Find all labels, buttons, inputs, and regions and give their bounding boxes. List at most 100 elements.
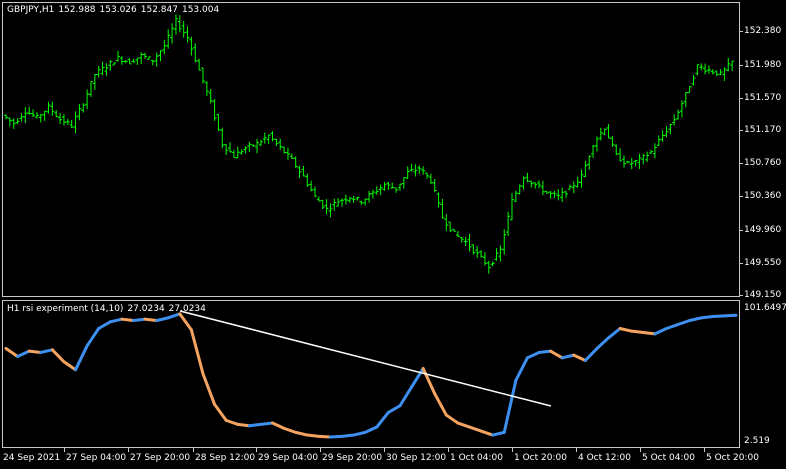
- rsi-segment: [653, 327, 668, 336]
- rsi-segment: [699, 315, 715, 320]
- rsi-segment: [317, 434, 332, 439]
- rsi-segment: [224, 418, 240, 426]
- rsi-segment: [502, 378, 518, 434]
- rsi-segment: [456, 421, 471, 429]
- rsi-segment: [711, 314, 726, 319]
- candlestick-series: [4, 14, 735, 274]
- rsi-segment: [328, 434, 344, 439]
- time-tick-mark: [64, 448, 65, 452]
- time-tick-label: 1 Oct 04:00: [450, 453, 503, 463]
- price-tick-mark: [740, 65, 743, 66]
- time-tick-label: 28 Sep 12:00: [195, 453, 256, 463]
- rsi-segment: [85, 327, 101, 348]
- time-tick-label: 5 Oct 04:00: [642, 453, 695, 463]
- time-tick-mark: [384, 448, 385, 452]
- rsi-segment: [641, 331, 657, 336]
- rsi-segment: [108, 317, 124, 324]
- rsi-segment: [4, 346, 20, 358]
- rsi-segment: [16, 349, 31, 358]
- price-tick-mark: [740, 98, 743, 99]
- rsi-segment: [236, 422, 251, 428]
- rsi-segment: [131, 317, 147, 323]
- rsi-segment: [120, 317, 135, 323]
- rsi-segment: [537, 349, 553, 354]
- price-tick-label: 150.760: [744, 158, 782, 168]
- rsi-segment: [143, 317, 159, 323]
- price-tick-mark: [740, 263, 743, 264]
- rsi-segment: [676, 319, 692, 327]
- rsi-segment: [271, 421, 286, 430]
- rsi-segment: [560, 353, 576, 360]
- rsi-segment: [433, 392, 448, 417]
- indicator-value-1: 27.0234: [127, 304, 165, 314]
- rsi-segment: [213, 402, 228, 422]
- time-tick-mark: [576, 448, 577, 452]
- time-tick-label: 27 Sep 04:00: [66, 453, 127, 463]
- time-tick-label: 5 Oct 20:00: [706, 453, 759, 463]
- rsi-trendline: [179, 310, 552, 407]
- time-tick-mark: [193, 448, 194, 452]
- rsi-segment: [467, 425, 483, 433]
- indicator-scale-min: 2.519: [744, 436, 770, 446]
- rsi-segment: [305, 433, 321, 438]
- indicator-label: H1 rsi experiment (14,10): [7, 304, 124, 314]
- rsi-segment: [375, 410, 390, 429]
- price-tick-label: 149.150: [744, 290, 782, 300]
- rsi-segment: [39, 348, 54, 354]
- time-tick-mark: [640, 448, 641, 452]
- time-tick-mark: [128, 448, 129, 452]
- close-value: 153.004: [181, 5, 220, 15]
- price-tick-mark: [740, 31, 743, 32]
- rsi-segment: [421, 366, 437, 396]
- rsi-segment: [259, 421, 275, 426]
- time-tick-mark: [320, 448, 321, 452]
- price-tick-mark: [740, 230, 743, 231]
- rsi-segment: [722, 313, 738, 318]
- rsi-segment: [62, 360, 78, 372]
- time-tick-mark: [448, 448, 449, 452]
- price-tick-mark: [740, 295, 743, 296]
- time-tick-label: 30 Sep 12:00: [386, 453, 447, 463]
- rsi-segment: [201, 372, 217, 406]
- rsi-segment: [398, 385, 414, 408]
- time-tick-mark: [256, 448, 257, 452]
- rsi-segment: [363, 425, 379, 434]
- price-tick-label: 151.570: [744, 93, 782, 103]
- rsi-segment: [583, 346, 599, 362]
- price-tick-mark: [740, 163, 743, 164]
- time-tick-label: 1 Oct 20:00: [514, 453, 567, 463]
- rsi-segment: [664, 323, 680, 331]
- time-tick-label: 29 Sep 20:00: [322, 453, 383, 463]
- rsi-segment: [688, 316, 703, 323]
- indicator-scale-max: 101.6497: [744, 303, 786, 313]
- price-tick-mark: [740, 130, 743, 131]
- symbol-header: GBPJPY,H1 152.988 153.026 152.847 153.004: [7, 5, 223, 15]
- rsi-segment: [352, 430, 367, 437]
- rsi-segment: [630, 329, 645, 335]
- rsi-segment: [549, 349, 564, 360]
- rsi-segment: [155, 316, 170, 323]
- price-tick-label: 151.170: [744, 125, 782, 135]
- time-tick-label: 27 Sep 20:00: [130, 453, 191, 463]
- rsi-segment: [189, 328, 205, 376]
- rsi-segment: [50, 348, 66, 364]
- rsi-segment: [595, 336, 611, 350]
- price-tick-label: 150.360: [744, 191, 782, 201]
- time-tick-mark: [512, 448, 513, 452]
- chart-canvas: [4, 14, 738, 439]
- symbol-label: GBPJPY,H1: [7, 5, 55, 15]
- rsi-segment: [618, 327, 634, 333]
- price-tick-label: 152.380: [744, 26, 782, 36]
- open-value: 152.988: [58, 5, 96, 15]
- price-tick-label: 149.960: [744, 225, 782, 235]
- rsi-segment: [444, 413, 460, 425]
- time-tick-mark: [704, 448, 705, 452]
- time-tick-label: 4 Oct 12:00: [578, 453, 631, 463]
- high-value: 153.026: [99, 5, 137, 15]
- rsi-segment: [74, 344, 89, 372]
- rsi-segment: [479, 429, 495, 437]
- indicator-value-2: 27.0234: [168, 304, 206, 314]
- chart-window[interactable]: GBPJPY,H1 152.988 153.026 152.847 153.004 H1…: [0, 0, 786, 469]
- price-tick-label: 149.550: [744, 258, 782, 268]
- rsi-segment: [491, 430, 506, 437]
